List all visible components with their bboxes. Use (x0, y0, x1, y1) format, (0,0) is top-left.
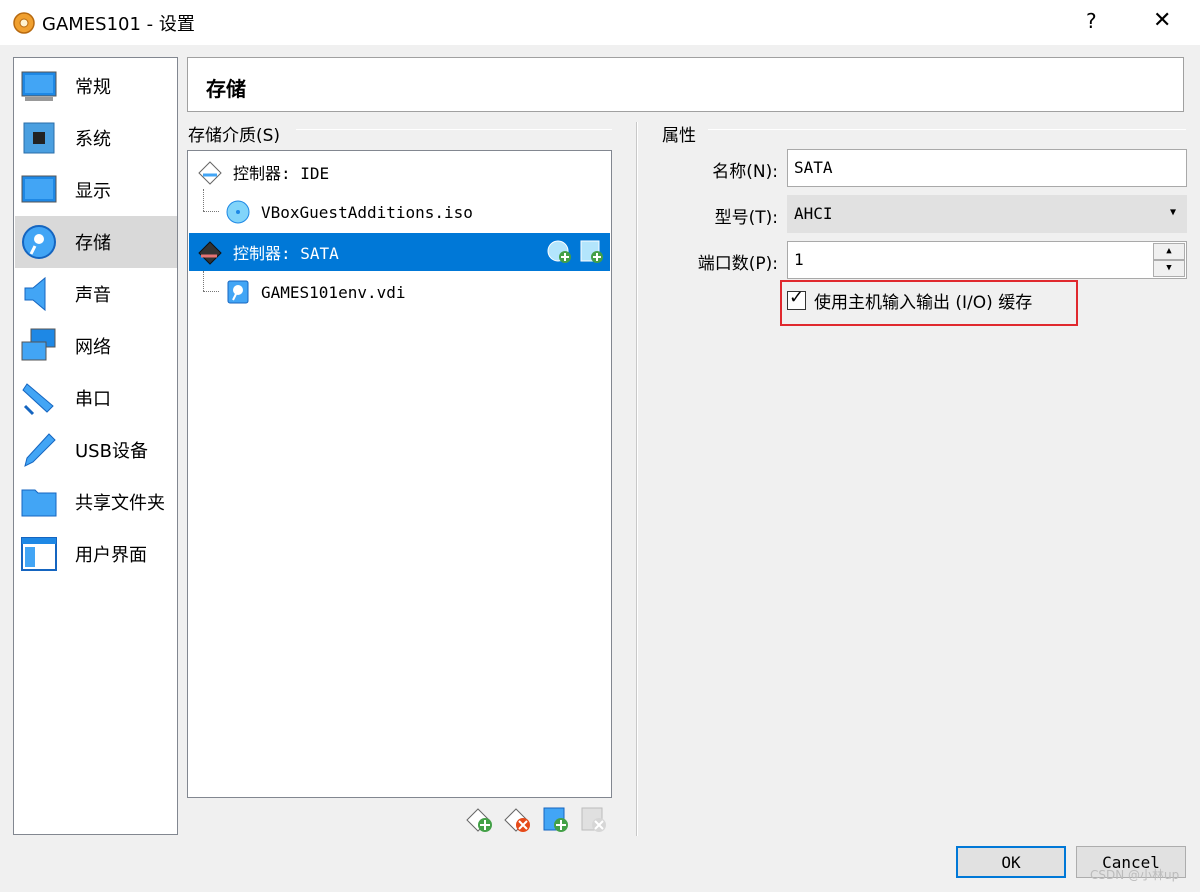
sidebar-item-system[interactable]: 系统 (15, 112, 177, 164)
type-select-value: AHCI (794, 204, 833, 223)
tree-row-label: 控制器: SATA (233, 244, 339, 263)
settings-sidebar: 常规 系统 显示 存储 声音 网络 串口 USB设备 共享文件夹 用户界面 (13, 57, 178, 835)
serial-port-icon (22, 383, 54, 416)
port-count-label: 端口数(P): (697, 254, 778, 274)
sidebar-item-label: 共享文件夹 (75, 493, 165, 514)
general-icon (21, 71, 57, 101)
audio-icon (24, 276, 46, 312)
ok-button[interactable]: OK (956, 846, 1066, 878)
sata-controller-icon (198, 241, 222, 265)
optical-disc-icon (226, 200, 250, 224)
sidebar-item-general[interactable]: 常规 (15, 60, 177, 112)
spin-down-icon[interactable]: ▼ (1153, 260, 1185, 277)
sidebar-item-label: 系统 (75, 129, 111, 150)
sidebar-item-usb[interactable]: USB设备 (15, 424, 177, 476)
ide-controller-icon (198, 161, 222, 185)
sidebar-item-storage[interactable]: 存储 (15, 216, 177, 268)
tree-row-sata-controller[interactable]: 控制器: SATA (189, 233, 610, 271)
storage-tree: 控制器: IDE VBoxGuestAdditions.iso 控制器: SAT… (187, 150, 612, 798)
tree-row-label: 控制器: IDE (233, 164, 330, 183)
display-icon (21, 175, 57, 203)
tree-row-label: VBoxGuestAdditions.iso (261, 202, 473, 222)
shared-folder-icon (21, 489, 57, 517)
storage-devices-group-title: 存储介质(S) (188, 121, 289, 146)
add-controller-icon[interactable] (466, 806, 494, 834)
sidebar-item-display[interactable]: 显示 (15, 164, 177, 216)
network-icon (21, 328, 56, 361)
group-divider (708, 129, 1186, 130)
sidebar-item-shared-folders[interactable]: 共享文件夹 (15, 476, 177, 528)
add-attachment-icon[interactable] (542, 806, 570, 834)
title-bar: GAMES101 - 设置 ? ✕ (0, 0, 1200, 45)
sidebar-item-label: 网络 (75, 337, 111, 358)
sidebar-item-label: 显示 (75, 181, 111, 202)
sidebar-item-network[interactable]: 网络 (15, 320, 177, 372)
tree-row-optical-disc[interactable]: VBoxGuestAdditions.iso (189, 193, 610, 231)
spin-buttons: ▲ ▼ (1153, 243, 1185, 277)
type-label: 型号(T): (714, 208, 778, 228)
help-button[interactable]: ? (1086, 9, 1097, 33)
name-field[interactable]: SATA (787, 149, 1187, 187)
add-hard-disk-icon[interactable] (579, 239, 605, 265)
name-label: 名称(N): (712, 162, 778, 182)
spin-up-icon[interactable]: ▲ (1153, 243, 1185, 260)
sidebar-item-label: 用户界面 (75, 545, 147, 566)
panel-divider (636, 122, 638, 836)
user-interface-icon (21, 537, 57, 571)
close-button[interactable]: ✕ (1153, 8, 1171, 33)
window-title: GAMES101 - 设置 (42, 14, 195, 35)
dropdown-arrow-icon: ▼ (1169, 207, 1176, 218)
port-count-stepper[interactable]: 1 ▲ ▼ (787, 241, 1187, 279)
storage-icon (22, 225, 56, 259)
page-title: 存储 (206, 77, 246, 101)
tree-row-ide-controller[interactable]: 控制器: IDE (189, 153, 610, 191)
hard-disk-icon (227, 280, 249, 304)
remove-controller-icon[interactable] (504, 806, 532, 834)
sidebar-item-audio[interactable]: 声音 (15, 268, 177, 320)
tree-row-label: GAMES101env.vdi (261, 282, 406, 302)
sidebar-item-label: 常规 (75, 77, 111, 98)
sidebar-item-label: USB设备 (75, 441, 148, 462)
page-header: 存储 (187, 57, 1184, 112)
type-select[interactable]: AHCI ▼ (787, 195, 1187, 233)
remove-attachment-icon[interactable] (580, 806, 608, 834)
watermark: CSDN @小林up (1090, 868, 1180, 882)
attributes-group-title: 属性 (662, 121, 704, 146)
group-divider (296, 129, 612, 130)
add-optical-drive-icon[interactable] (547, 239, 573, 265)
sidebar-item-label: 存储 (75, 233, 111, 254)
sidebar-item-user-interface[interactable]: 用户界面 (15, 528, 177, 580)
port-count-value: 1 (794, 250, 804, 269)
usb-icon (24, 433, 56, 467)
sidebar-item-label: 串口 (75, 389, 111, 410)
sidebar-item-serial-port[interactable]: 串口 (15, 372, 177, 424)
annotation-highlight-box (780, 280, 1078, 326)
sidebar-item-label: 声音 (75, 285, 111, 306)
system-icon (23, 122, 55, 154)
tree-row-hard-disk[interactable]: GAMES101env.vdi (189, 273, 610, 311)
virtualbox-gear-icon (13, 12, 35, 34)
